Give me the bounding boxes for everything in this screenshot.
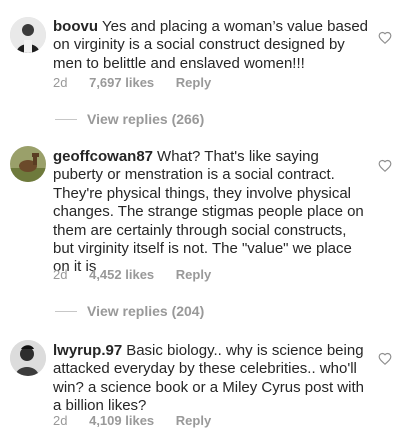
replies-divider bbox=[55, 118, 77, 120]
comment-age: 2d bbox=[53, 267, 68, 282]
comment-meta: 2d 7,697 likes Reply bbox=[53, 75, 229, 90]
comment-likes[interactable]: 4,109 likes bbox=[89, 413, 154, 428]
comment-body: What? That's like saying puberty or mens… bbox=[53, 148, 364, 276]
reply-button[interactable]: Reply bbox=[176, 75, 211, 90]
view-replies-label: View replies (266) bbox=[87, 111, 205, 127]
comment-likes[interactable]: 7,697 likes bbox=[89, 75, 154, 90]
heart-icon[interactable] bbox=[378, 352, 392, 366]
replies-divider bbox=[55, 310, 77, 312]
comment-text: geoffcowan87 What? That's like saying pub… bbox=[53, 148, 371, 277]
user-avatar-icon[interactable] bbox=[10, 340, 46, 376]
user-avatar-icon[interactable] bbox=[10, 146, 46, 182]
view-replies-label: View replies (204) bbox=[87, 303, 205, 319]
comment-username[interactable]: boovu bbox=[53, 18, 98, 35]
comment-meta: 2d 4,452 likes Reply bbox=[53, 267, 229, 282]
view-replies-button[interactable]: View replies (204) bbox=[55, 302, 204, 320]
comment-username[interactable]: geoffcowan87 bbox=[53, 148, 153, 165]
heart-icon[interactable] bbox=[378, 31, 392, 45]
user-avatar-icon[interactable] bbox=[10, 17, 46, 53]
comment-text: boovu Yes and placing a woman’s value bas… bbox=[53, 18, 371, 73]
comment-age: 2d bbox=[53, 413, 68, 428]
comment-body: Yes and placing a woman’s value based on… bbox=[53, 18, 369, 72]
heart-icon[interactable] bbox=[378, 159, 392, 173]
comment-likes[interactable]: 4,452 likes bbox=[89, 267, 154, 282]
comment-age: 2d bbox=[53, 75, 68, 90]
comment-meta: 2d 4,109 likes Reply bbox=[53, 413, 229, 428]
comment-text: lwyrup.97 Basic biology.. why is science … bbox=[53, 342, 371, 416]
reply-button[interactable]: Reply bbox=[176, 413, 211, 428]
view-replies-button[interactable]: View replies (266) bbox=[55, 110, 204, 128]
comment-username[interactable]: lwyrup.97 bbox=[53, 342, 122, 359]
reply-button[interactable]: Reply bbox=[176, 267, 211, 282]
